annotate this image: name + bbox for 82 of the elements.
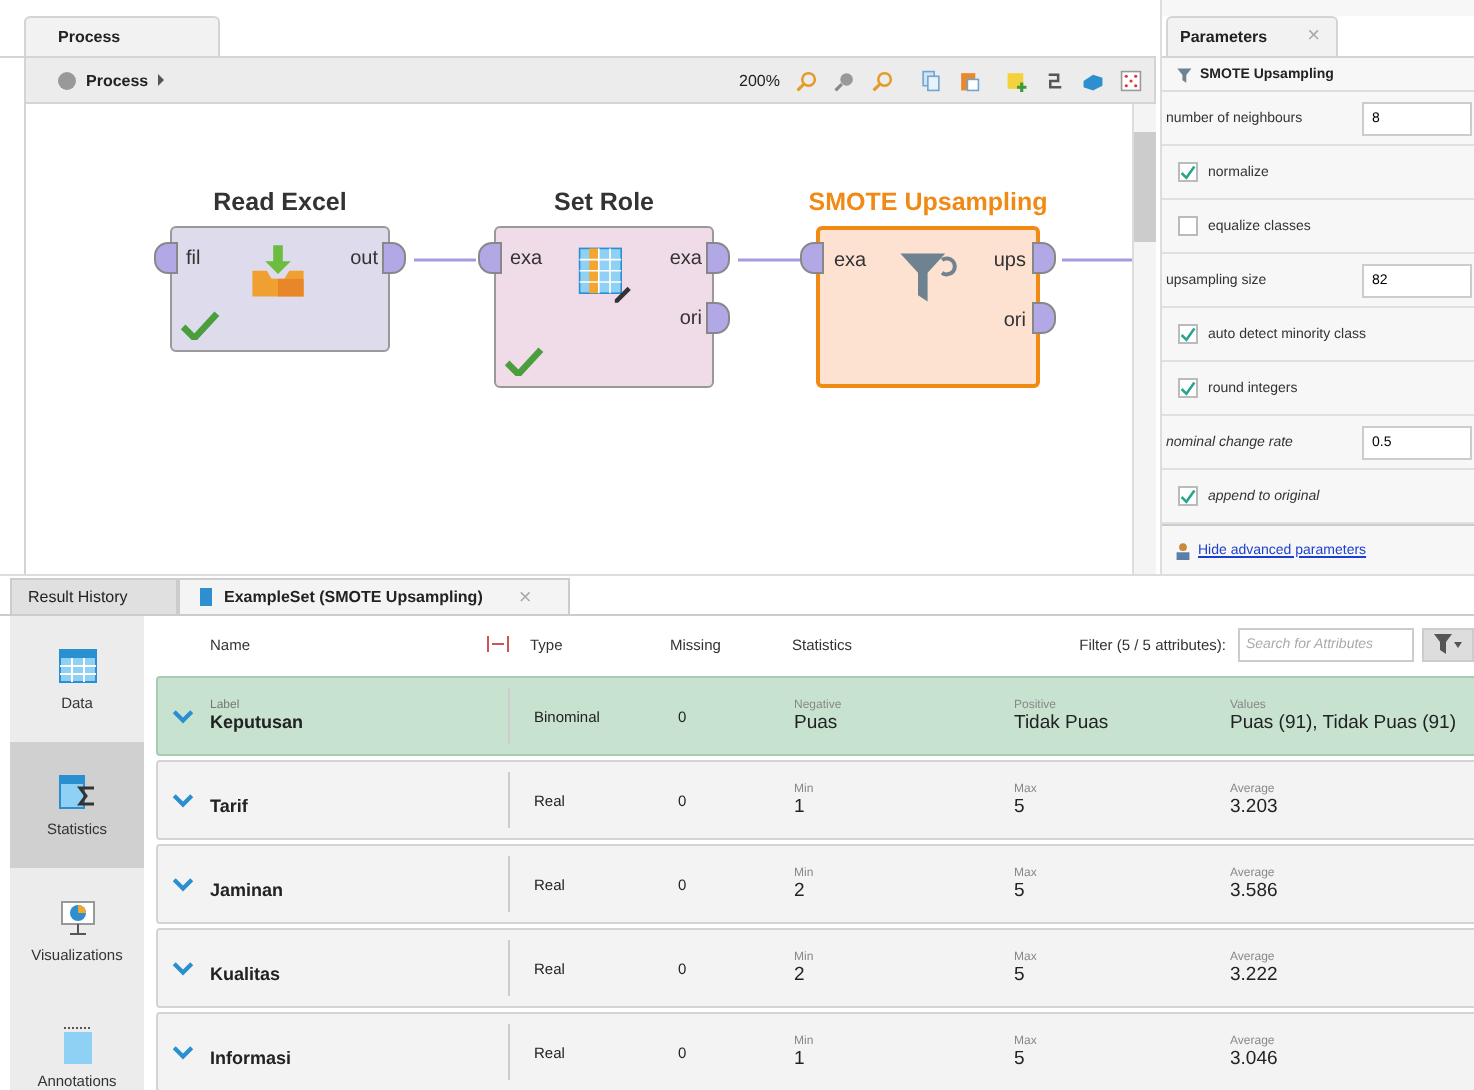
checkbox[interactable] (1178, 486, 1198, 506)
attribute-name: Tarif (210, 796, 250, 816)
statistic-value: Puas (91), Tidak Puas (91) (1230, 711, 1456, 733)
port-label: exa (834, 248, 867, 276)
output-port[interactable] (382, 242, 406, 274)
grid-icon[interactable] (1120, 69, 1142, 91)
output-port[interactable] (1032, 302, 1056, 334)
statistic-value: 5 (1014, 879, 1027, 901)
filter-button[interactable] (1422, 627, 1474, 661)
operator-title: Read Excel (213, 188, 347, 216)
statistic-value: 3.222 (1230, 963, 1278, 985)
operator-title: SMOTE Upsampling (808, 188, 1048, 216)
chevron-down-icon[interactable] (172, 961, 194, 975)
attribute-name: Keputusan (210, 712, 306, 732)
checkbox[interactable] (1178, 216, 1198, 236)
chevron-down-icon[interactable] (172, 793, 194, 807)
statistic-value: 2 (794, 879, 807, 901)
statistic-value: 2 (794, 963, 807, 985)
operator-node[interactable]: fil out (170, 226, 390, 352)
port-label: ori (1003, 308, 1026, 336)
port-label: ups (993, 248, 1026, 276)
scrollbar[interactable] (1132, 104, 1156, 574)
port-label: ori (679, 306, 702, 334)
operator-title: Set Role (553, 188, 654, 216)
zoom-out-icon[interactable] (872, 69, 894, 91)
statistic-value: 5 (1014, 1047, 1027, 1069)
output-port[interactable] (1032, 242, 1056, 274)
breadcrumb[interactable]: Process (86, 71, 149, 89)
statistic-value: 1 (794, 1047, 807, 1069)
port-label: exa (510, 246, 543, 274)
chevron-down-icon[interactable] (172, 1045, 194, 1059)
attribute-name: Kualitas (210, 964, 283, 984)
zoom-level: 200% (739, 71, 780, 89)
input-port[interactable] (478, 242, 502, 274)
note-icon[interactable] (1006, 69, 1028, 91)
check-icon (180, 310, 220, 340)
chevron-down-icon[interactable] (172, 877, 194, 891)
operator-node[interactable]: exa exa ori (494, 226, 714, 388)
input-port[interactable] (800, 242, 824, 274)
output-port[interactable] (706, 242, 730, 274)
operator-node[interactable]: exa ups ori (816, 226, 1040, 388)
copy-icon[interactable] (920, 69, 942, 91)
filter-icon (1430, 632, 1466, 656)
parameters-tab[interactable]: Parameters × (1166, 16, 1338, 56)
checkbox[interactable] (1178, 378, 1198, 398)
statistic-value: 5 (1014, 795, 1027, 817)
checkbox[interactable] (1178, 162, 1198, 182)
attribute-name: Jaminan (210, 880, 286, 900)
statistic-value: 3.046 (1230, 1047, 1278, 1069)
check-icon (504, 346, 544, 376)
user-icon (1174, 541, 1192, 559)
statistic-value: Tidak Puas (1014, 711, 1111, 733)
statistic-value: 3.203 (1230, 795, 1278, 817)
statistic-value: 1 (794, 795, 807, 817)
statistic-value: 5 (1014, 963, 1027, 985)
checkbox[interactable] (1178, 324, 1198, 344)
table-icon (57, 646, 97, 686)
caret-icon[interactable] (158, 74, 165, 86)
process-icon (58, 71, 76, 89)
connection-line (738, 258, 800, 262)
process-tab[interactable]: Process (24, 16, 220, 56)
port-label: fil (186, 246, 201, 274)
statistic-value: Puas (794, 711, 840, 733)
output-port[interactable] (706, 302, 730, 334)
layers-icon[interactable] (1082, 69, 1104, 91)
zoom-in-icon[interactable] (796, 69, 818, 91)
chevron-down-icon[interactable] (172, 709, 194, 723)
zoom-icon[interactable] (834, 69, 856, 91)
input-port[interactable] (154, 242, 178, 274)
paste-icon[interactable] (958, 69, 980, 91)
port-label: exa (669, 246, 702, 274)
connection-line (414, 258, 476, 262)
result-tab[interactable]: ExampleSet (SMOTE Upsampling) × (178, 578, 570, 614)
funnel-icon (1176, 65, 1194, 83)
result-tab[interactable]: Result History (10, 578, 178, 614)
resize-handle-icon[interactable] (486, 636, 510, 652)
book-icon (200, 588, 212, 606)
sigma-table-icon (57, 772, 97, 812)
port-label: out (350, 246, 378, 274)
pie-chart-board-icon (57, 898, 97, 938)
attribute-name: Informasi (210, 1048, 294, 1068)
statistic-value: 3.586 (1230, 879, 1278, 901)
